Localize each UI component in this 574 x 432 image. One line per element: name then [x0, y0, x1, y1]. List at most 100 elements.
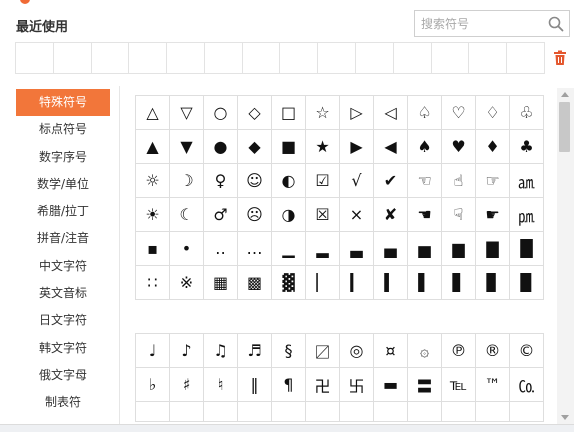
symbol-cell[interactable]: ♭: [136, 368, 170, 402]
symbol-cell[interactable]: ▋: [442, 266, 476, 300]
symbol-cell[interactable]: ♦: [476, 130, 510, 164]
symbol-cell[interactable]: ✘: [374, 198, 408, 232]
symbol-cell[interactable]: ▊: [476, 266, 510, 300]
symbol-cell[interactable]: …: [238, 232, 272, 266]
symbol-cell[interactable]: ▩: [238, 266, 272, 300]
symbol-cell[interactable]: [510, 402, 544, 422]
symbol-cell[interactable]: ▇: [476, 232, 510, 266]
sidebar-item-10[interactable]: 俄文字母: [16, 362, 110, 389]
symbol-cell[interactable]: ▂: [306, 232, 340, 266]
symbol-cell[interactable]: ♂: [204, 198, 238, 232]
sidebar-item-1[interactable]: 标点符号: [16, 116, 110, 143]
symbol-cell[interactable]: ◁: [374, 96, 408, 130]
symbol-cell[interactable]: ▽: [170, 96, 204, 130]
sidebar-item-9[interactable]: 韩文字符: [16, 335, 110, 362]
symbol-cell[interactable]: ☀: [136, 198, 170, 232]
search-input[interactable]: [415, 11, 545, 36]
symbol-cell[interactable]: √: [340, 164, 374, 198]
symbol-cell[interactable]: ♥: [442, 130, 476, 164]
symbol-cell[interactable]: ◑: [272, 198, 306, 232]
trash-icon[interactable]: [553, 50, 567, 66]
symbol-cell[interactable]: ♪: [170, 334, 204, 368]
symbol-cell[interactable]: ▍: [374, 266, 408, 300]
symbol-cell[interactable]: [136, 402, 170, 422]
symbol-cell[interactable]: ●: [204, 130, 238, 164]
recent-symbol-cell[interactable]: [92, 43, 130, 73]
symbol-cell[interactable]: ☟: [442, 198, 476, 232]
symbol-cell[interactable]: ♮: [204, 368, 238, 402]
symbol-cell[interactable]: §: [272, 334, 306, 368]
symbol-cell[interactable]: 卍: [306, 368, 340, 402]
symbol-cell[interactable]: ▌: [408, 266, 442, 300]
sidebar-item-0[interactable]: 特殊符号: [16, 89, 110, 117]
symbol-cell[interactable]: ▲: [136, 130, 170, 164]
symbol-cell[interactable]: ♬: [238, 334, 272, 368]
symbol-cell[interactable]: 卐: [340, 368, 374, 402]
recent-symbol-cell[interactable]: [16, 43, 54, 73]
symbol-cell[interactable]: ㏘: [510, 198, 544, 232]
symbol-cell[interactable]: ☒: [306, 198, 340, 232]
sidebar-item-8[interactable]: 日文字符: [16, 307, 110, 334]
recent-symbol-cell[interactable]: [280, 43, 319, 73]
symbol-cell[interactable]: ◀: [374, 130, 408, 164]
recent-symbol-cell[interactable]: [394, 43, 432, 73]
symbol-cell[interactable]: △: [136, 96, 170, 130]
symbol-cell[interactable]: ¤: [374, 334, 408, 368]
sidebar-item-2[interactable]: 数字序号: [16, 144, 110, 171]
recent-symbol-cell[interactable]: [432, 43, 470, 73]
symbol-cell[interactable]: ▓: [272, 266, 306, 300]
recent-symbol-cell[interactable]: [243, 43, 281, 73]
symbol-cell[interactable]: ♧: [510, 96, 544, 130]
symbol-cell[interactable]: ◎: [340, 334, 374, 368]
symbol-cell[interactable]: ✔: [374, 164, 408, 198]
symbol-cell[interactable]: ▄: [374, 232, 408, 266]
search-icon[interactable]: [547, 15, 565, 33]
symbol-cell[interactable]: ®: [476, 334, 510, 368]
symbol-cell[interactable]: ☜: [408, 164, 442, 198]
symbol-cell[interactable]: ☺: [238, 164, 272, 198]
symbol-cell[interactable]: ♀: [204, 164, 238, 198]
symbol-cell[interactable]: ℗: [442, 334, 476, 368]
symbol-cell[interactable]: ♣: [510, 130, 544, 164]
symbol-cell[interactable]: ™: [476, 368, 510, 402]
symbol-cell[interactable]: ▁: [272, 232, 306, 266]
symbol-cell[interactable]: 〼: [306, 334, 340, 368]
symbol-cell[interactable]: ♡: [442, 96, 476, 130]
symbol-cell[interactable]: ☑: [306, 164, 340, 198]
sidebar-item-7[interactable]: 英文音标: [16, 280, 110, 307]
symbol-cell[interactable]: ◇: [238, 96, 272, 130]
sidebar-item-4[interactable]: 希腊/拉丁: [16, 198, 110, 225]
symbol-cell[interactable]: ◐: [272, 164, 306, 198]
symbol-cell[interactable]: [204, 402, 238, 422]
symbol-cell[interactable]: ㏂: [510, 164, 544, 198]
symbol-cell[interactable]: [476, 402, 510, 422]
symbol-cell[interactable]: ▶: [340, 130, 374, 164]
symbol-cell[interactable]: ☾: [170, 198, 204, 232]
symbol-cell[interactable]: ♫: [204, 334, 238, 368]
sidebar-item-11[interactable]: 制表符: [16, 389, 110, 416]
sidebar-item-3[interactable]: 数学/单位: [16, 171, 110, 198]
symbol-cell[interactable]: [442, 402, 476, 422]
symbol-cell[interactable]: ▦: [204, 266, 238, 300]
symbol-cell[interactable]: [374, 402, 408, 422]
symbol-cell[interactable]: ‖: [238, 368, 272, 402]
symbol-cell[interactable]: ∷: [136, 266, 170, 300]
symbol-cell[interactable]: ¶: [272, 368, 306, 402]
recent-symbol-cell[interactable]: [129, 43, 168, 73]
symbol-cell[interactable]: ▆: [442, 232, 476, 266]
symbol-cell[interactable]: ■: [272, 130, 306, 164]
symbol-cell[interactable]: ▎: [340, 266, 374, 300]
scroll-down-icon[interactable]: [561, 415, 569, 420]
recent-symbol-cell[interactable]: [507, 43, 544, 73]
symbol-cell[interactable]: ▬: [374, 368, 408, 402]
symbol-cell[interactable]: ☆: [306, 96, 340, 130]
symbol-cell[interactable]: ☝: [442, 164, 476, 198]
symbol-cell[interactable]: ▼: [170, 130, 204, 164]
symbol-cell[interactable]: [238, 402, 272, 422]
symbol-cell[interactable]: ×: [340, 198, 374, 232]
recent-symbol-cell[interactable]: [318, 43, 357, 73]
symbol-cell[interactable]: [306, 402, 340, 422]
symbol-cell[interactable]: ☚: [408, 198, 442, 232]
symbol-cell[interactable]: ▏: [306, 266, 340, 300]
symbol-cell[interactable]: 〓: [408, 368, 442, 402]
